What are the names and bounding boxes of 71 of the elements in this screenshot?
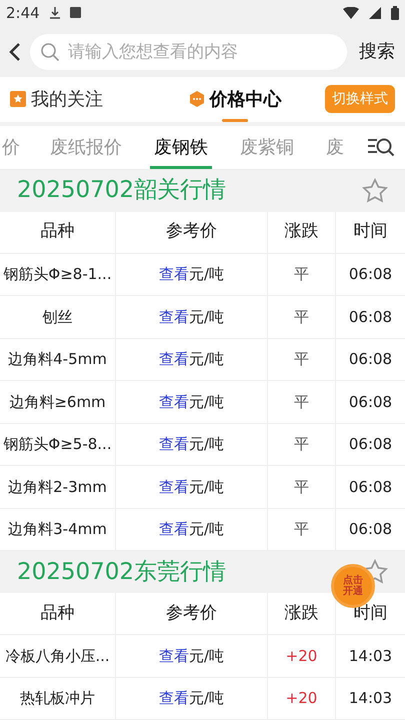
table-cell-text: 06:08 xyxy=(348,519,394,540)
category-tab[interactable]: 废钢铁 xyxy=(138,126,224,168)
bookmark-icon xyxy=(10,91,26,108)
table-cell-text: 06:08 xyxy=(348,306,394,328)
notification-icon xyxy=(70,7,81,18)
hexagon-icon xyxy=(188,91,204,108)
table-cell-text: 06:08 xyxy=(348,349,394,370)
change-cell: +20 xyxy=(268,678,336,720)
table-cell-text: 14:03 xyxy=(348,646,394,667)
tab-underline xyxy=(150,166,212,168)
search-icon xyxy=(40,42,60,62)
change-cell: 平 xyxy=(268,381,336,423)
battery-icon xyxy=(391,6,399,20)
change-cell: 平 xyxy=(268,424,336,466)
section-title: 20250702韶关行情 xyxy=(17,179,226,202)
view-link[interactable]: 查看 xyxy=(158,390,189,414)
view-link[interactable]: 查看 xyxy=(158,306,189,328)
search-button[interactable]: 搜索 xyxy=(359,38,395,66)
view-link[interactable]: 查看 xyxy=(158,687,189,710)
view-link[interactable]: 查看 xyxy=(158,644,189,668)
top-tab[interactable]: 我的关注 xyxy=(10,77,160,122)
table-cell: 刨丝 xyxy=(0,296,116,338)
change-cell: 平 xyxy=(268,254,336,296)
change-cell: 平 xyxy=(268,338,336,380)
view-link[interactable]: 查看 xyxy=(158,348,189,371)
view-link[interactable]: 查看 xyxy=(158,476,189,498)
section-title: 20250702东莞行情 xyxy=(17,560,226,584)
column-header: 时间 xyxy=(352,220,388,244)
table-cell: 边角料4-5mm xyxy=(0,338,116,380)
view-link[interactable]: 查看 xyxy=(158,518,189,541)
table-cell: 边角料2-3mm xyxy=(0,466,116,508)
unit-text: 元/吨 xyxy=(188,264,224,286)
column-header: 品种 xyxy=(0,212,116,253)
status-time: 2:44 xyxy=(6,2,40,24)
unit-text: 元/吨 xyxy=(188,349,224,370)
table-cell-text: 06:08 xyxy=(348,392,394,413)
column-header: 参考价 xyxy=(116,593,268,634)
unit-text: 元/吨 xyxy=(188,476,224,498)
unit-text: 元/吨 xyxy=(188,306,224,328)
change-cell: 平 xyxy=(268,508,336,550)
search-field[interactable]: 请输入您想查看的内容 xyxy=(30,34,347,70)
tab-indicator xyxy=(222,118,248,122)
change-cell: 平 xyxy=(268,296,336,338)
unit-text: 元/吨 xyxy=(188,519,224,540)
column-header: 品种 xyxy=(0,593,116,634)
unit-text: 元/吨 xyxy=(188,392,224,413)
table-cell: 钢筋头Φ≥5-8... xyxy=(0,424,116,466)
column-header: 参考价 xyxy=(116,212,268,253)
unit-text: 元/吨 xyxy=(188,688,224,710)
change-cell: +20 xyxy=(268,635,336,677)
back-icon[interactable] xyxy=(8,42,22,62)
table-cell-text: 06:08 xyxy=(348,434,394,456)
table-cell-text: 06:08 xyxy=(348,476,394,498)
table-cell: 冷板八角小压... xyxy=(0,635,116,677)
wifi-icon xyxy=(343,6,359,19)
table-cell: 边角料3-4mm xyxy=(0,508,116,550)
unit-text: 元/吨 xyxy=(188,434,224,456)
change-cell: 平 xyxy=(268,466,336,508)
view-link[interactable]: 查看 xyxy=(158,263,189,286)
download-icon xyxy=(50,6,60,19)
column-header: 涨跌 xyxy=(268,212,336,253)
table-cell: 钢筋头Φ≥8-1... xyxy=(0,254,116,296)
table-cell: 热轧板冲片 xyxy=(0,678,116,720)
signal-icon xyxy=(369,6,381,19)
unit-text: 元/吨 xyxy=(188,646,224,667)
view-link[interactable]: 查看 xyxy=(158,433,189,456)
table-cell: 边角料≥6mm xyxy=(0,381,116,423)
table-cell-text: 06:08 xyxy=(348,264,394,286)
table-cell-text: 14:03 xyxy=(348,688,394,710)
star-icon[interactable] xyxy=(361,176,389,205)
top-tab[interactable]: 价格中心 xyxy=(160,77,310,122)
